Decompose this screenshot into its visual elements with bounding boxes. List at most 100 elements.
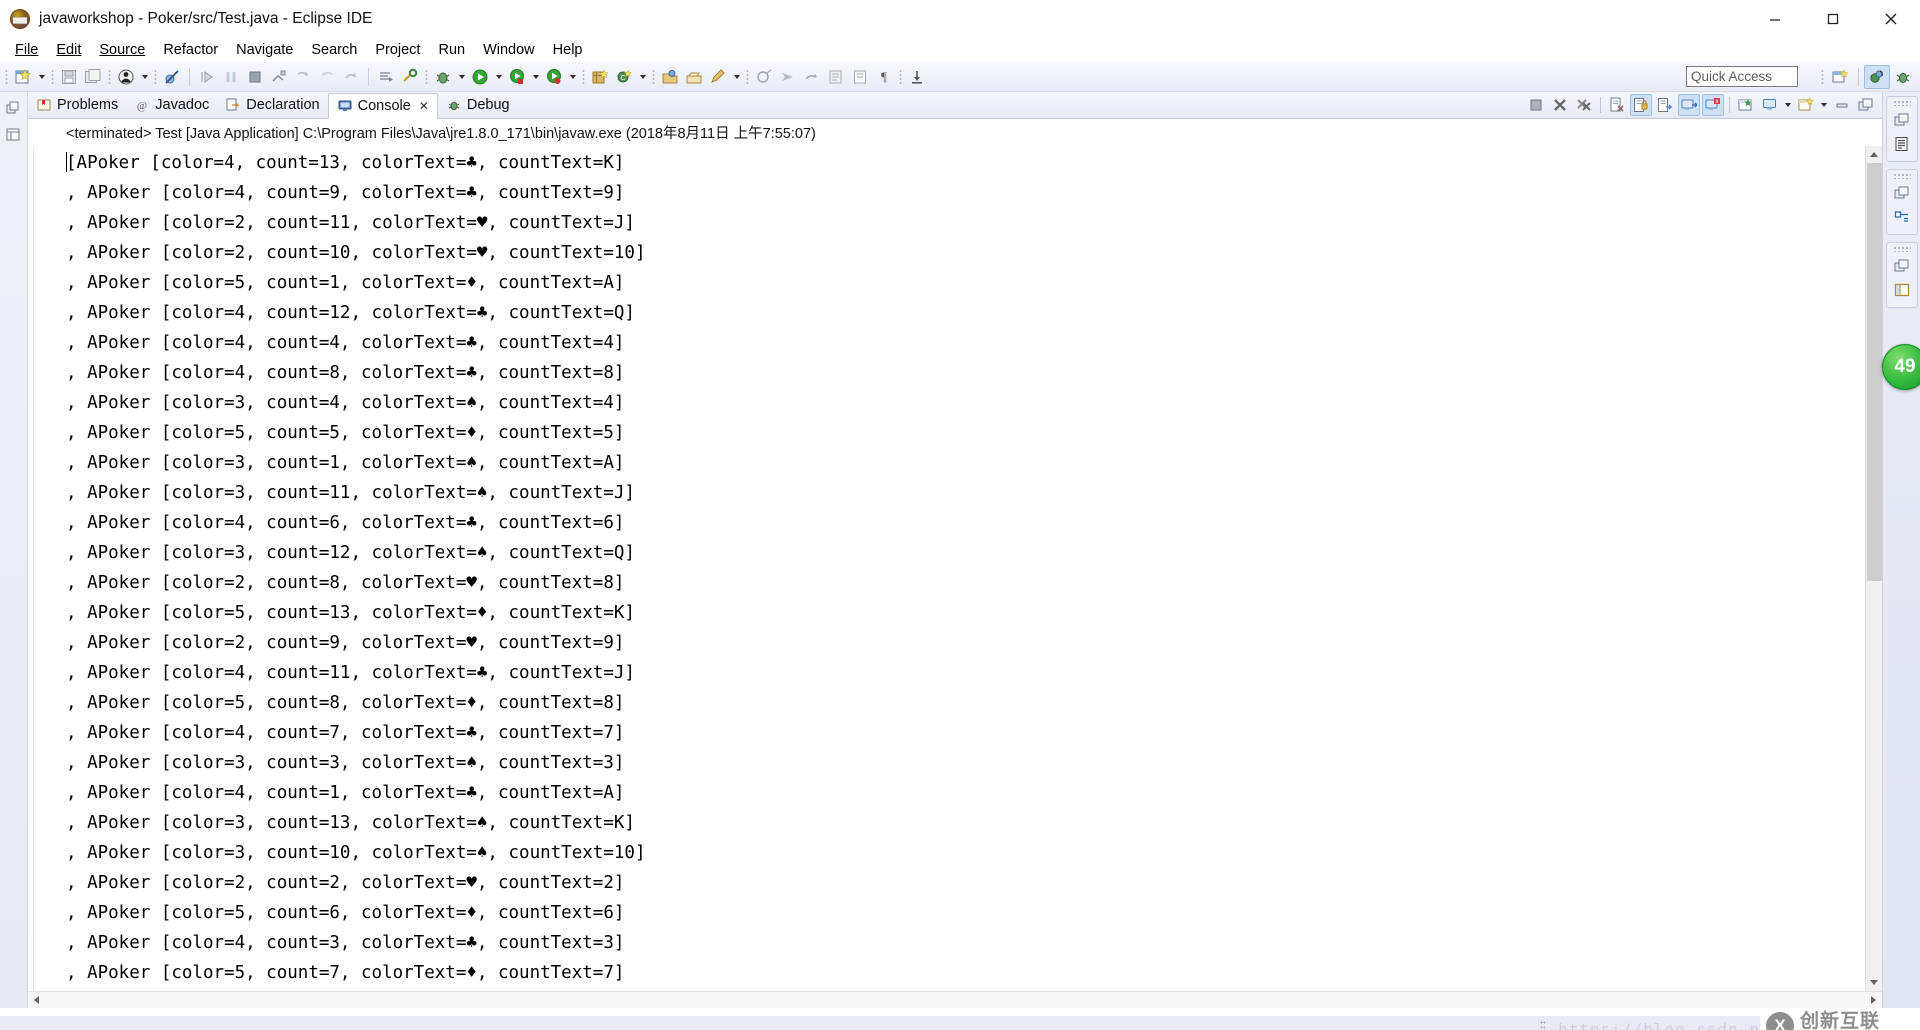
vertical-scroll-thumb[interactable] bbox=[1866, 163, 1882, 581]
drag-handle-dots[interactable] bbox=[1892, 246, 1911, 252]
toolbar-grip-4[interactable] bbox=[153, 67, 158, 86]
scroll-left-icon[interactable] bbox=[28, 992, 45, 1009]
toolbar-grip-2[interactable] bbox=[50, 67, 55, 86]
show-whitespace-icon[interactable] bbox=[849, 66, 871, 88]
last-edit-location-icon[interactable] bbox=[801, 66, 823, 88]
new-wizard-icon[interactable] bbox=[12, 66, 34, 88]
toolbar-grip-5[interactable] bbox=[424, 67, 429, 86]
package-explorer-icon[interactable] bbox=[1891, 206, 1913, 228]
package-explorer-icon[interactable] bbox=[4, 124, 24, 144]
tab-javadoc[interactable]: @ Javadoc bbox=[126, 92, 217, 118]
perspective-grip[interactable] bbox=[1820, 68, 1825, 86]
scroll-right-icon[interactable] bbox=[1865, 992, 1882, 1009]
menu-run[interactable]: Run bbox=[429, 40, 474, 60]
terminate-icon[interactable] bbox=[244, 66, 266, 88]
menu-search[interactable]: Search bbox=[302, 40, 366, 60]
step-into-icon[interactable] bbox=[292, 66, 314, 88]
new-class-icon[interactable]: C bbox=[613, 66, 635, 88]
scroll-up-icon[interactable] bbox=[1865, 146, 1882, 163]
disconnect-icon[interactable] bbox=[268, 66, 290, 88]
tab-console[interactable]: Console ✕ bbox=[327, 93, 438, 119]
terminate-console-icon[interactable] bbox=[1525, 94, 1547, 116]
console-horizontal-scrollbar[interactable] bbox=[28, 991, 1882, 1008]
menu-edit[interactable]: Edit bbox=[47, 40, 90, 60]
menu-refactor[interactable]: Refactor bbox=[154, 40, 227, 60]
toolbar-grip-3[interactable] bbox=[107, 67, 112, 86]
tab-declaration[interactable]: Declaration bbox=[217, 92, 327, 118]
open-task-icon[interactable] bbox=[683, 66, 705, 88]
run-dropdown-icon[interactable] bbox=[492, 66, 505, 88]
run-coverage-dropdown-icon[interactable] bbox=[529, 66, 542, 88]
clear-console-icon[interactable] bbox=[1606, 94, 1628, 116]
remove-launch-icon[interactable] bbox=[1549, 94, 1571, 116]
new-wizard-dropdown-icon[interactable] bbox=[35, 66, 48, 88]
remove-all-terminated-icon[interactable] bbox=[1573, 94, 1595, 116]
show-console-on-error-icon[interactable]: x bbox=[1702, 94, 1724, 116]
run-last-tool-icon[interactable] bbox=[375, 66, 397, 88]
pin-console-icon[interactable] bbox=[1735, 94, 1757, 116]
maximize-view-icon[interactable] bbox=[1855, 94, 1877, 116]
debug-bug-dropdown-icon[interactable] bbox=[455, 66, 468, 88]
status-grip[interactable] bbox=[1540, 1020, 1545, 1030]
run-icon[interactable] bbox=[469, 66, 491, 88]
restore-icon[interactable] bbox=[1891, 109, 1913, 131]
menu-window[interactable]: Window bbox=[474, 40, 544, 60]
word-wrap-icon[interactable] bbox=[1654, 94, 1676, 116]
close-button[interactable] bbox=[1862, 0, 1920, 38]
next-annotation-icon[interactable] bbox=[777, 66, 799, 88]
tab-problems[interactable]: Problems bbox=[28, 92, 126, 118]
suspend-icon[interactable] bbox=[220, 66, 242, 88]
profile-dropdown-icon[interactable] bbox=[566, 66, 579, 88]
menu-navigate[interactable]: Navigate bbox=[227, 40, 302, 60]
restore-icon[interactable] bbox=[1891, 182, 1913, 204]
show-console-on-output-icon[interactable] bbox=[1678, 94, 1700, 116]
resume-icon[interactable] bbox=[196, 66, 218, 88]
toggle-mark-occurrences-icon[interactable] bbox=[707, 66, 729, 88]
perspective-debug-button[interactable] bbox=[1890, 65, 1916, 89]
toolbar-grip-8[interactable] bbox=[745, 67, 750, 86]
quick-access-input[interactable]: Quick Access bbox=[1686, 66, 1798, 87]
toolbar-grip-7[interactable] bbox=[651, 67, 656, 86]
external-tools-icon[interactable] bbox=[399, 66, 421, 88]
toolbar-grip-9[interactable] bbox=[898, 67, 903, 86]
step-return-icon[interactable] bbox=[340, 66, 362, 88]
mark-occurrences-dropdown-icon[interactable] bbox=[730, 66, 743, 88]
tab-debug[interactable]: Debug bbox=[438, 92, 518, 118]
outline-view-icon[interactable] bbox=[1891, 133, 1913, 155]
minimize-button[interactable] bbox=[1746, 0, 1804, 38]
paragraph-mark-icon[interactable]: ¶ bbox=[873, 66, 895, 88]
perspective-java-button[interactable] bbox=[1864, 65, 1890, 89]
task-list-icon[interactable] bbox=[1891, 279, 1913, 301]
scroll-down-icon[interactable] bbox=[1865, 974, 1882, 991]
toolbar-grip-6[interactable] bbox=[581, 67, 586, 86]
disable-breakpoints-icon[interactable] bbox=[161, 66, 183, 88]
console-vertical-scrollbar[interactable] bbox=[1865, 146, 1882, 991]
step-over-icon[interactable] bbox=[316, 66, 338, 88]
new-class-dropdown-icon[interactable] bbox=[636, 66, 649, 88]
save-all-icon[interactable] bbox=[82, 66, 104, 88]
drag-handle-dots[interactable] bbox=[1892, 100, 1911, 106]
debug-bug-icon[interactable] bbox=[432, 66, 454, 88]
display-selected-console-icon[interactable] bbox=[1759, 94, 1781, 116]
save-icon[interactable] bbox=[58, 66, 80, 88]
debug-dropdown-icon[interactable] bbox=[138, 66, 151, 88]
minimize-view-icon[interactable] bbox=[1831, 94, 1853, 116]
restore-icon[interactable] bbox=[1891, 255, 1913, 277]
display-console-dropdown-icon[interactable] bbox=[1782, 94, 1794, 116]
vertical-scroll-track[interactable] bbox=[1865, 163, 1882, 974]
console-output-area[interactable]: [APoker [color=4, count=13, colorText=♣,… bbox=[28, 146, 1882, 991]
restore-icon[interactable] bbox=[4, 98, 24, 118]
open-console-dropdown-icon[interactable] bbox=[1818, 94, 1830, 116]
scroll-lock-icon[interactable] bbox=[1630, 94, 1652, 116]
console-output-text[interactable]: [APoker [color=4, count=13, colorText=♣,… bbox=[34, 146, 1865, 991]
run-coverage-icon[interactable] bbox=[506, 66, 528, 88]
pin-editor-icon[interactable] bbox=[825, 66, 847, 88]
debug-person-icon[interactable] bbox=[115, 66, 137, 88]
menu-file[interactable]: File bbox=[6, 40, 47, 60]
menu-source[interactable]: Source bbox=[90, 40, 154, 60]
open-console-icon[interactable] bbox=[1795, 94, 1817, 116]
open-perspective-button[interactable] bbox=[1827, 65, 1853, 89]
drag-handle-dots[interactable] bbox=[1892, 173, 1911, 179]
menu-help[interactable]: Help bbox=[544, 40, 592, 60]
profile-icon[interactable] bbox=[543, 66, 565, 88]
